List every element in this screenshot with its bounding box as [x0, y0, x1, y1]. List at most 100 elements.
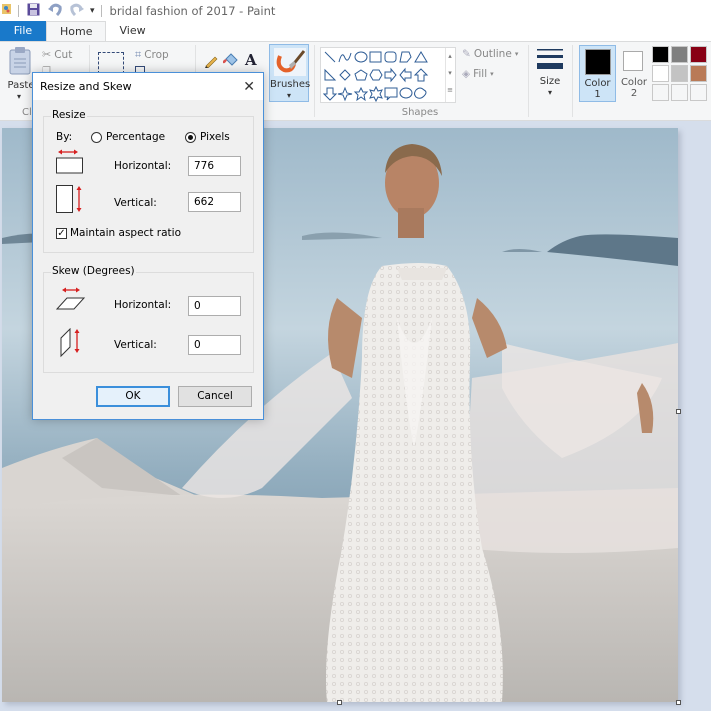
skew-vertical-input[interactable] — [188, 335, 241, 355]
ok-button[interactable]: OK — [96, 386, 170, 407]
text-tool-icon[interactable]: A — [245, 51, 257, 69]
horizontal-skew-icon — [55, 287, 88, 316]
color1-swatch — [585, 49, 611, 75]
palette-swatch[interactable] — [690, 84, 707, 101]
size-dropdown-icon: ▾ — [547, 88, 552, 97]
customize-dropdown-icon[interactable]: ▾ — [90, 6, 95, 16]
shapes-group-label: Shapes — [401, 107, 439, 118]
resize-handle-bottom[interactable] — [337, 700, 342, 705]
palette-swatch[interactable] — [690, 46, 707, 63]
color1-number: 1 — [594, 89, 601, 100]
redo-icon[interactable] — [70, 3, 84, 19]
pixels-radio[interactable] — [185, 132, 196, 143]
vertical-skew-icon — [60, 327, 86, 361]
percentage-radio[interactable] — [91, 132, 102, 143]
resize-horizontal-input[interactable] — [188, 156, 241, 176]
fill-dropdown-icon: ▾ — [490, 70, 494, 78]
fill-label: Fill — [473, 68, 488, 80]
brushes-button[interactable]: Brushes ▾ — [269, 44, 311, 102]
ribbon-tabs: File Home View — [0, 21, 711, 41]
resize-vertical-input[interactable] — [188, 192, 241, 212]
paste-button[interactable] — [8, 46, 32, 79]
color2-swatch — [623, 51, 643, 71]
dialog-title: Resize and Skew — [40, 80, 132, 93]
maintain-aspect-checkbox[interactable]: ✓ — [56, 228, 67, 239]
outline-dropdown-icon: ▾ — [514, 50, 519, 58]
color2-number: 2 — [630, 88, 638, 99]
size-button[interactable]: Size ▾ — [535, 46, 567, 102]
resize-legend: Resize — [51, 109, 87, 121]
pencil-icon[interactable] — [204, 54, 218, 71]
skew-horizontal-input[interactable] — [188, 296, 241, 316]
tab-home[interactable]: Home — [46, 21, 107, 41]
crop-button[interactable]: ⌗ Crop — [135, 48, 169, 62]
color2-button[interactable]: Color 2 — [618, 45, 650, 102]
color1-label: Color — [584, 78, 611, 89]
by-label: By: — [56, 131, 73, 143]
palette-swatch[interactable] — [671, 84, 688, 101]
paint-window: ▾ bridal fashion of 2017 - Paint File Ho… — [0, 0, 711, 711]
palette-swatch[interactable] — [652, 65, 669, 82]
palette-swatch[interactable] — [652, 84, 669, 101]
title-bar: ▾ bridal fashion of 2017 - Paint — [0, 0, 711, 21]
window-title: bridal fashion of 2017 - Paint — [109, 3, 276, 18]
palette-swatch[interactable] — [652, 46, 669, 63]
separator — [18, 4, 19, 17]
shapes-scrollbar[interactable]: ▴ ▾ ≡ — [445, 48, 454, 102]
separator — [528, 45, 529, 117]
crop-label: Crop — [144, 49, 169, 61]
brush-icon — [274, 48, 306, 79]
paste-icon — [9, 47, 31, 75]
color-palette — [652, 46, 707, 101]
shapes-icons — [323, 51, 429, 102]
undo-icon[interactable] — [48, 3, 62, 19]
percentage-label[interactable]: Percentage — [106, 131, 165, 143]
dialog-title-bar: Resize and Skew ✕ — [33, 73, 263, 100]
fill-bucket-icon[interactable] — [222, 53, 238, 71]
outline-label: Outline — [473, 48, 512, 60]
color2-label: Color — [620, 77, 648, 88]
resize-horizontal-label: Horizontal: — [114, 160, 172, 172]
vertical-resize-icon — [56, 185, 86, 218]
shapes-gallery[interactable]: ▴ ▾ ≡ — [320, 47, 456, 103]
maintain-aspect-label[interactable]: Maintain aspect ratio — [70, 227, 181, 239]
cut-label: Cut — [54, 48, 73, 61]
cut-button[interactable]: ✂ Cut — [42, 48, 72, 61]
palette-swatch[interactable] — [671, 46, 688, 63]
fill-icon: ◈ — [462, 68, 471, 80]
horizontal-resize-icon — [56, 149, 86, 178]
tab-file[interactable]: File — [0, 21, 46, 41]
palette-swatch[interactable] — [690, 65, 707, 82]
separator — [314, 45, 315, 117]
pixels-label[interactable]: Pixels — [200, 131, 230, 143]
separator — [100, 4, 102, 17]
paste-dropdown-icon[interactable]: ▾ — [14, 92, 24, 101]
color1-button[interactable]: Color 1 — [579, 45, 616, 102]
skew-section: Skew (Degrees) Horizontal: Vertical: — [43, 265, 254, 373]
paint-app-icon[interactable] — [2, 2, 12, 19]
close-icon[interactable]: ✕ — [243, 80, 255, 94]
resize-handle-right[interactable] — [676, 409, 681, 414]
scissors-icon: ✂ — [42, 48, 52, 61]
brushes-label: Brushes — [270, 79, 311, 90]
resize-handle-corner[interactable] — [676, 700, 681, 705]
brushes-dropdown-icon: ▾ — [286, 91, 291, 100]
tab-view[interactable]: View — [106, 21, 158, 41]
skew-horizontal-label: Horizontal: — [114, 299, 172, 311]
separator — [572, 45, 573, 117]
cancel-button[interactable]: Cancel — [178, 386, 252, 407]
resize-vertical-label: Vertical: — [114, 197, 157, 209]
select-button[interactable] — [98, 52, 124, 74]
fill-button[interactable]: ◈ Fill ▾ — [462, 68, 494, 80]
outline-icon: ✎ — [462, 48, 471, 60]
skew-vertical-label: Vertical: — [114, 339, 157, 351]
resize-section: Resize By: Percentage Pixels Horizontal:… — [43, 109, 254, 253]
crop-icon: ⌗ — [135, 48, 142, 61]
skew-legend: Skew (Degrees) — [51, 265, 136, 277]
palette-swatch[interactable] — [671, 65, 688, 82]
outline-button[interactable]: ✎ Outline ▾ — [462, 48, 518, 60]
line-size-icon — [537, 49, 563, 69]
size-label: Size — [539, 76, 561, 87]
save-icon[interactable] — [27, 3, 40, 19]
resize-skew-dialog: Resize and Skew ✕ Resize By: Percentage … — [32, 72, 264, 420]
